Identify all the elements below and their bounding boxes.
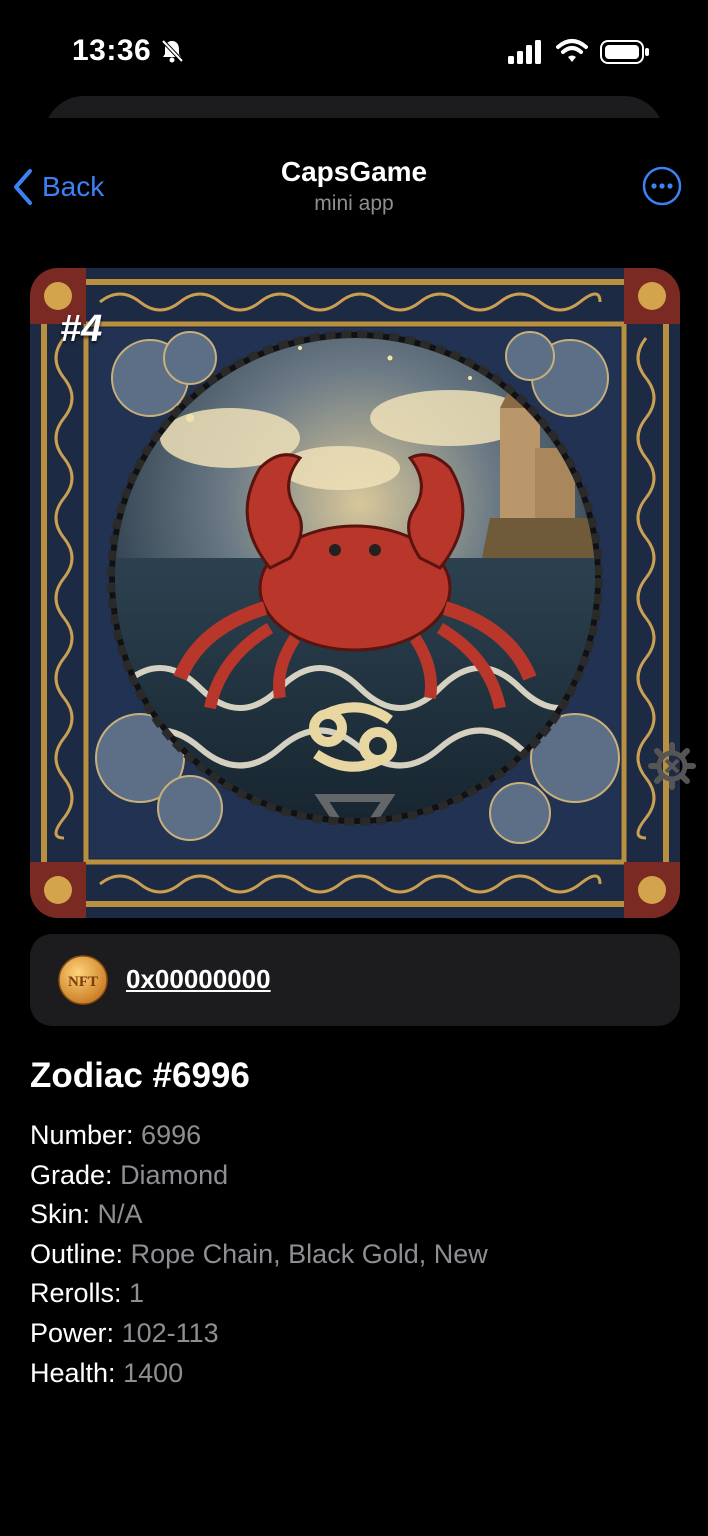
- attribute-rerolls: Rerolls: 1: [30, 1278, 145, 1309]
- attribute-list: Number: 6996 Grade: Diamond Skin: N/A Ou…: [30, 1116, 488, 1393]
- attribute-power: Power: 102-113: [30, 1317, 219, 1348]
- battery-icon: [600, 40, 650, 69]
- app-title: CapsGame: [280, 156, 428, 187]
- owner-address-link[interactable]: 0x00000000: [126, 964, 271, 995]
- attribute-grade: Grade: Diamond: [30, 1159, 229, 1190]
- more-icon: [642, 166, 682, 206]
- app-header: Back CapsGame mini app: [0, 150, 708, 220]
- card-badge: #4: [60, 308, 103, 350]
- owner-address-bar: NFT 0x00000000: [30, 934, 680, 1026]
- status-time: 13:36: [72, 34, 152, 67]
- attribute-outline: Outline: Rope Chain, Black Gold, New: [30, 1238, 488, 1269]
- wifi-icon: [556, 38, 588, 69]
- item-name: Zodiac #6996: [30, 1056, 250, 1095]
- status-bar: 13:36: [0, 0, 708, 100]
- cellular-signal-icon: [508, 40, 544, 69]
- app-subtitle: mini app: [314, 192, 394, 215]
- more-options-button[interactable]: [642, 166, 682, 206]
- gear-icon[interactable]: [648, 742, 696, 795]
- attribute-number: Number: 6996: [30, 1120, 202, 1150]
- bell-muted-icon: [160, 38, 184, 69]
- attribute-skin: Skin: N/A: [30, 1199, 143, 1230]
- nft-artwork: [30, 268, 680, 918]
- svg-text:NFT: NFT: [68, 974, 98, 990]
- nft-coin-icon: NFT: [58, 955, 108, 1005]
- attribute-health: Health: 1400: [30, 1357, 184, 1388]
